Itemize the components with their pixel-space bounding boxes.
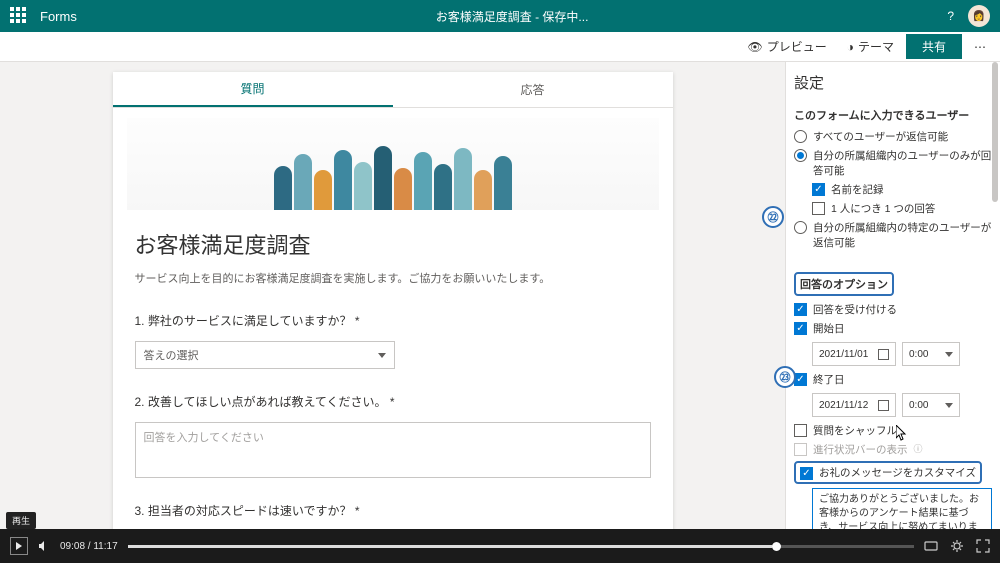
- tab-responses[interactable]: 応答: [393, 72, 673, 107]
- calendar-icon: [878, 349, 889, 360]
- settings-panel: 設定 このフォームに入力できるユーザー すべてのユーザーが返信可能 自分の所属組…: [785, 62, 1000, 563]
- help-icon[interactable]: ?: [947, 9, 954, 23]
- time-label: 09:08 / 11:17: [60, 541, 118, 552]
- scrollbar[interactable]: [990, 62, 1000, 529]
- replay-label: 再生: [6, 512, 36, 529]
- eye-icon: 👁: [747, 40, 762, 54]
- form-card: 質問 応答 お客様満足度: [113, 72, 673, 563]
- play-icon: [16, 542, 22, 550]
- settings-gear-icon[interactable]: [950, 539, 964, 553]
- preview-button[interactable]: 👁プレビュー: [739, 34, 834, 59]
- command-bar: 👁プレビュー ◑テーマ 共有 ⋯: [0, 32, 1000, 62]
- response-options-heading: 回答のオプション: [794, 272, 992, 296]
- checkbox-start-date[interactable]: ✓: [794, 322, 807, 335]
- checkbox-shuffle[interactable]: [794, 424, 807, 437]
- share-button[interactable]: 共有: [906, 34, 962, 59]
- form-description[interactable]: サービス向上を目的にお客様満足度調査を実施します。ご協力をお願いいたします。: [135, 270, 651, 286]
- play-button[interactable]: [10, 537, 28, 555]
- chevron-down-icon: [945, 352, 953, 357]
- form-banner-image: [127, 118, 659, 210]
- chevron-down-icon: [945, 403, 953, 408]
- radio-specific-people[interactable]: [794, 221, 807, 234]
- end-time-picker[interactable]: 0:00: [902, 393, 960, 417]
- palette-icon: ◑: [847, 40, 854, 54]
- app-header: Forms お客様満足度調査 - 保存中... ? 👩: [0, 0, 1000, 32]
- question-2-title: 2. 改善してほしい点があれば教えてください。 *: [135, 393, 651, 410]
- form-tabs: 質問 応答: [113, 72, 673, 108]
- video-player-bar: 09:08 / 11:17: [0, 529, 1000, 563]
- radio-anyone[interactable]: [794, 130, 807, 143]
- avatar[interactable]: 👩: [968, 5, 990, 27]
- start-time-picker[interactable]: 0:00: [902, 342, 960, 366]
- app-launcher-icon[interactable]: [10, 7, 28, 25]
- question-3-title: 3. 担当者の対応スピードは速いですか？ *: [135, 502, 651, 519]
- checkbox-progress-bar: [794, 443, 807, 456]
- theme-button[interactable]: ◑テーマ: [839, 34, 902, 59]
- question-2: 2. 改善してほしい点があれば教えてください。 * 回答を入力してください: [135, 393, 651, 478]
- document-title: お客様満足度調査 - 保存中...: [77, 8, 947, 25]
- progress-bar[interactable]: [128, 545, 914, 548]
- chevron-down-icon: [378, 353, 386, 358]
- calendar-icon: [878, 400, 889, 411]
- form-title[interactable]: お客様満足度調査: [135, 228, 651, 260]
- more-button[interactable]: ⋯: [966, 36, 994, 58]
- question-1: 1. 弊社のサービスに満足していますか？ * 答えの選択: [135, 312, 651, 369]
- info-icon[interactable]: ⓘ: [914, 442, 923, 455]
- question-1-dropdown[interactable]: 答えの選択: [135, 341, 395, 369]
- who-can-respond-heading: このフォームに入力できるユーザー: [794, 107, 992, 123]
- checkbox-record-name[interactable]: ✓: [812, 183, 825, 196]
- checkbox-accept-responses[interactable]: ✓: [794, 303, 807, 316]
- question-1-title: 1. 弊社のサービスに満足していますか？ *: [135, 312, 651, 329]
- end-date-picker[interactable]: 2021/11/12: [812, 393, 896, 417]
- tab-questions[interactable]: 質問: [113, 72, 393, 107]
- start-date-picker[interactable]: 2021/11/01: [812, 342, 896, 366]
- fullscreen-icon[interactable]: [976, 539, 990, 553]
- form-canvas: 質問 応答 お客様満足度: [0, 62, 785, 563]
- callout-23-badge: ㉓: [774, 366, 796, 388]
- brand-label: Forms: [40, 9, 77, 24]
- question-2-textarea[interactable]: 回答を入力してください: [135, 422, 651, 478]
- callout-22-badge: ㉒: [762, 206, 784, 228]
- settings-heading: 設定: [794, 72, 992, 93]
- volume-icon[interactable]: [38, 540, 50, 552]
- radio-org-only[interactable]: [794, 149, 807, 162]
- checkbox-one-response[interactable]: [812, 202, 825, 215]
- checkbox-customize-thank-you[interactable]: ✓: [800, 467, 813, 480]
- captions-icon[interactable]: [924, 539, 938, 553]
